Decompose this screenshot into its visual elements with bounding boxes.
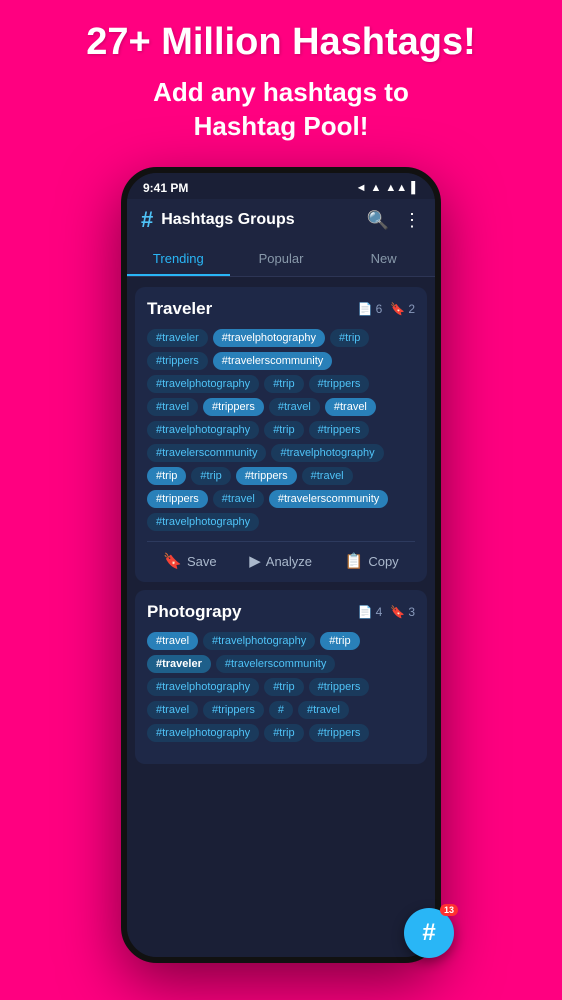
analyze-button[interactable]: ▶ Analyze bbox=[249, 552, 312, 570]
more-icon[interactable]: ⋮ bbox=[403, 210, 421, 231]
meta-bookmark: 🔖 2 bbox=[390, 302, 415, 316]
chip[interactable]: #trippers bbox=[203, 398, 264, 416]
chip[interactable]: #trippers bbox=[147, 490, 208, 508]
chip[interactable]: #trippers bbox=[236, 467, 297, 485]
copy-button[interactable]: 📋 Copy bbox=[345, 552, 399, 570]
card-title: Photograpy bbox=[147, 602, 241, 622]
chip[interactable]: #trippers bbox=[309, 724, 370, 742]
chip[interactable]: #travel bbox=[147, 701, 198, 719]
chip[interactable]: #travelphotography bbox=[147, 375, 259, 393]
bookmark-icon: 🔖 bbox=[390, 605, 405, 619]
save-button[interactable]: 🔖 Save bbox=[163, 552, 216, 570]
card-title: Traveler bbox=[147, 299, 212, 319]
chip[interactable]: #travelphotography bbox=[203, 632, 315, 650]
status-icons: ◄ ▲ ▲▲ ▌ bbox=[356, 182, 419, 194]
chip[interactable]: #travelphotography bbox=[213, 329, 325, 347]
chip[interactable]: # bbox=[269, 701, 293, 719]
fab-badge: 13 bbox=[440, 904, 458, 916]
card-meta: 📄 4 🔖 3 bbox=[358, 605, 415, 619]
chip[interactable]: #travel bbox=[325, 398, 376, 416]
card-header: Traveler 📄 6 🔖 2 bbox=[147, 299, 415, 319]
app-bar-right: 🔍 ⋮ bbox=[367, 210, 421, 231]
phone-frame: 9:41 PM ◄ ▲ ▲▲ ▌ # Hashtags Groups 🔍 ⋮ T… bbox=[121, 167, 441, 963]
content-area: Traveler 📄 6 🔖 2 #traveler #t bbox=[127, 277, 435, 957]
fab-container: # 13 bbox=[404, 908, 454, 958]
copy-label: Copy bbox=[368, 554, 398, 569]
chip[interactable]: #travelerscommunity bbox=[213, 352, 332, 370]
fab-wrapper: # 13 bbox=[404, 908, 454, 958]
fab-hashtag-icon: # bbox=[422, 919, 435, 947]
hero-title: 27+ Million Hashtags! bbox=[20, 22, 542, 64]
chip[interactable]: #travelphotography bbox=[147, 421, 259, 439]
status-bar: 9:41 PM ◄ ▲ ▲▲ ▌ bbox=[127, 173, 435, 199]
search-icon[interactable]: 🔍 bbox=[367, 210, 389, 231]
chip[interactable]: #travelphotography bbox=[147, 724, 259, 742]
card-meta: 📄 6 🔖 2 bbox=[358, 302, 415, 316]
chip[interactable]: #trippers bbox=[309, 421, 370, 439]
chip[interactable]: #travel bbox=[213, 490, 264, 508]
chip[interactable]: #travelerscommunity bbox=[216, 655, 335, 673]
chip[interactable]: #trip bbox=[320, 632, 359, 650]
copy-icon: 📋 bbox=[345, 552, 364, 570]
chip[interactable]: #traveler bbox=[147, 329, 208, 347]
app-bar: # Hashtags Groups 🔍 ⋮ bbox=[127, 199, 435, 241]
app-bar-title: Hashtags Groups bbox=[161, 211, 294, 229]
photography-chips: #travel #travelphotography #trip #travel… bbox=[147, 632, 415, 742]
save-label: Save bbox=[187, 554, 217, 569]
chip[interactable]: #trip bbox=[264, 678, 303, 696]
hero-subtitle: Add any hashtags toHashtag Pool! bbox=[20, 76, 542, 144]
status-time: 9:41 PM bbox=[143, 181, 188, 195]
copy-icon: 📄 bbox=[358, 302, 373, 316]
phone-mockup: 9:41 PM ◄ ▲ ▲▲ ▌ # Hashtags Groups 🔍 ⋮ T… bbox=[0, 167, 562, 963]
card-header: Photograpy 📄 4 🔖 3 bbox=[147, 602, 415, 622]
hero-section: 27+ Million Hashtags! Add any hashtags t… bbox=[0, 0, 562, 153]
hashtag-app-icon: # bbox=[141, 207, 153, 233]
chip[interactable]: #trippers bbox=[309, 375, 370, 393]
mute-icon: ◄ bbox=[356, 182, 367, 194]
meta-bookmark: 🔖 3 bbox=[390, 605, 415, 619]
signal-icon: ▲▲ bbox=[385, 182, 407, 194]
chip[interactable]: #travelerscommunity bbox=[147, 444, 266, 462]
wifi-icon: ▲ bbox=[371, 182, 382, 194]
analyze-icon: ▶ bbox=[249, 552, 261, 570]
card-actions: 🔖 Save ▶ Analyze 📋 Copy bbox=[147, 541, 415, 570]
chip[interactable]: #trippers bbox=[203, 701, 264, 719]
traveler-card: Traveler 📄 6 🔖 2 #traveler #t bbox=[135, 287, 427, 582]
app-bar-left: # Hashtags Groups bbox=[141, 207, 295, 233]
traveler-chips: #traveler #travelphotography #trip #trip… bbox=[147, 329, 415, 531]
chip[interactable]: #trip bbox=[147, 467, 186, 485]
chip[interactable]: #travel bbox=[298, 701, 349, 719]
tab-popular[interactable]: Popular bbox=[230, 241, 333, 276]
chip[interactable]: #travel bbox=[302, 467, 353, 485]
chip[interactable]: #travel bbox=[147, 398, 198, 416]
chip[interactable]: #travel bbox=[147, 632, 198, 650]
chip[interactable]: #trip bbox=[191, 467, 230, 485]
chip[interactable]: #trippers bbox=[147, 352, 208, 370]
chip[interactable]: #travelphotography bbox=[271, 444, 383, 462]
chip[interactable]: #trip bbox=[264, 421, 303, 439]
chip[interactable]: #trippers bbox=[309, 678, 370, 696]
chip[interactable]: #travelerscommunity bbox=[269, 490, 388, 508]
tab-new[interactable]: New bbox=[332, 241, 435, 276]
analyze-label: Analyze bbox=[266, 554, 312, 569]
battery-icon: ▌ bbox=[411, 182, 419, 194]
copy-icon: 📄 bbox=[358, 605, 373, 619]
chip[interactable]: #trip bbox=[330, 329, 369, 347]
photography-card: Photograpy 📄 4 🔖 3 #travel #t bbox=[135, 590, 427, 764]
chip[interactable]: #traveler bbox=[147, 655, 211, 673]
tabs-bar: Trending Popular New bbox=[127, 241, 435, 277]
chip[interactable]: #travelphotography bbox=[147, 513, 259, 531]
chip[interactable]: #travel bbox=[269, 398, 320, 416]
meta-copy: 📄 4 bbox=[358, 605, 383, 619]
meta-copy: 📄 6 bbox=[358, 302, 383, 316]
chip[interactable]: #trip bbox=[264, 724, 303, 742]
bookmark-icon: 🔖 bbox=[390, 302, 405, 316]
tab-trending[interactable]: Trending bbox=[127, 241, 230, 276]
save-icon: 🔖 bbox=[163, 552, 182, 570]
chip[interactable]: #travelphotography bbox=[147, 678, 259, 696]
chip[interactable]: #trip bbox=[264, 375, 303, 393]
